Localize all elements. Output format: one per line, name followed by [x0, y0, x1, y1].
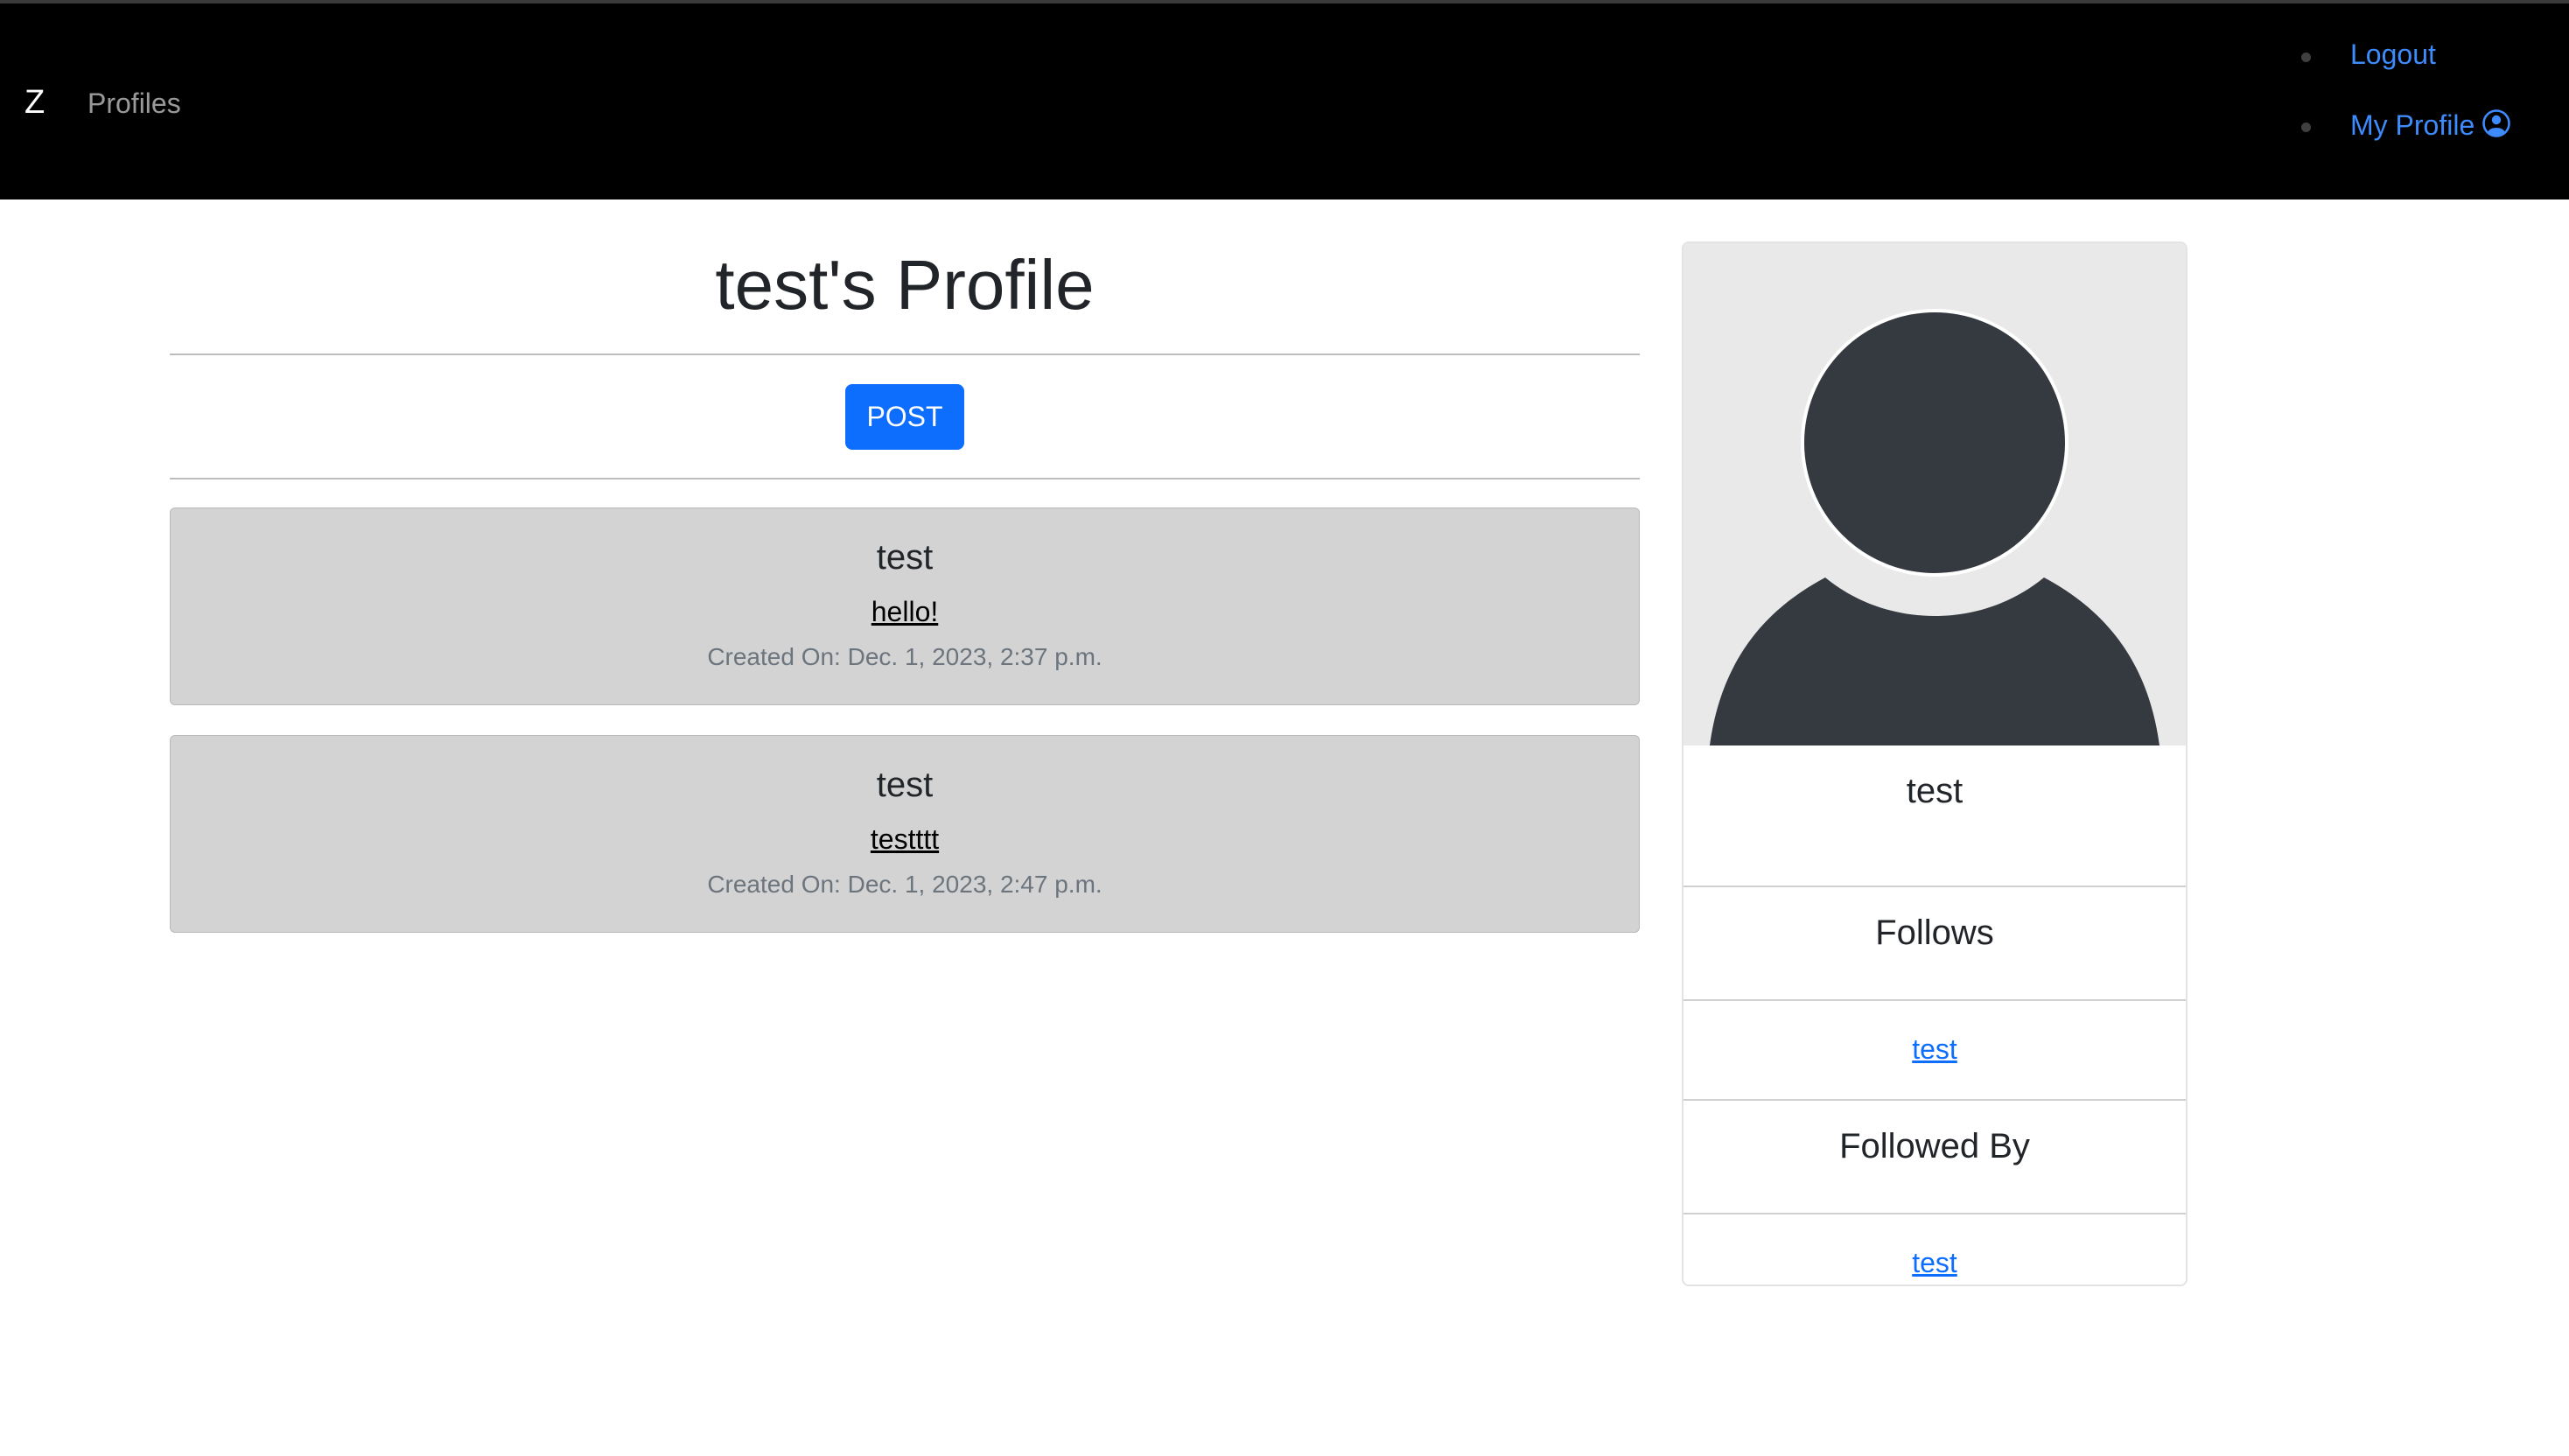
follows-list-item: test [1684, 1033, 2186, 1066]
followed-by-list-item: test [1684, 1247, 2186, 1279]
logout-link[interactable]: Logout [2350, 38, 2436, 71]
follows-user-link[interactable]: test [1912, 1033, 1957, 1065]
bullet-icon [2301, 122, 2311, 132]
post-author: test [876, 538, 934, 577]
person-circle-icon [2482, 109, 2511, 137]
divider [1684, 1099, 2186, 1101]
post-card: test hello! Created On: Dec. 1, 2023, 2:… [170, 508, 1640, 705]
divider [170, 354, 1640, 355]
post-card: test testttt Created On: Dec. 1, 2023, 2… [170, 735, 1640, 933]
followed-by-user-link[interactable]: test [1912, 1247, 1957, 1278]
profile-sidebar-card: test Follows test Followed By test [1682, 242, 2188, 1286]
my-profile-label: My Profile [2350, 109, 2475, 141]
post-created-date: Created On: Dec. 1, 2023, 2:37 p.m. [707, 643, 1102, 670]
divider [1684, 886, 2186, 887]
divider [1684, 999, 2186, 1001]
my-profile-link[interactable]: My Profile [2350, 108, 2511, 142]
post-content-link[interactable]: testttt [871, 823, 939, 855]
bullet-icon [2301, 52, 2311, 62]
divider [170, 478, 1640, 480]
follows-heading: Follows [1875, 914, 1994, 952]
brand-link[interactable]: Z [24, 84, 45, 122]
nav-profiles-link[interactable]: Profiles [88, 88, 181, 120]
divider [1684, 1213, 2186, 1214]
post-button[interactable]: POST [845, 384, 964, 450]
navbar: Z Profiles Logout My Profile [0, 4, 2569, 200]
avatar [1684, 243, 2186, 746]
post-content: testttt [171, 823, 1639, 856]
post-created-date: Created On: Dec. 1, 2023, 2:47 p.m. [707, 871, 1102, 898]
followed-by-heading: Followed By [1839, 1127, 2030, 1166]
post-author: test [876, 766, 934, 804]
post-content: hello! [171, 596, 1639, 628]
post-content-link[interactable]: hello! [872, 596, 939, 627]
page-title: test's Profile [715, 246, 1095, 324]
user-silhouette-icon [1710, 309, 2160, 746]
profile-username: test [1906, 772, 1964, 810]
